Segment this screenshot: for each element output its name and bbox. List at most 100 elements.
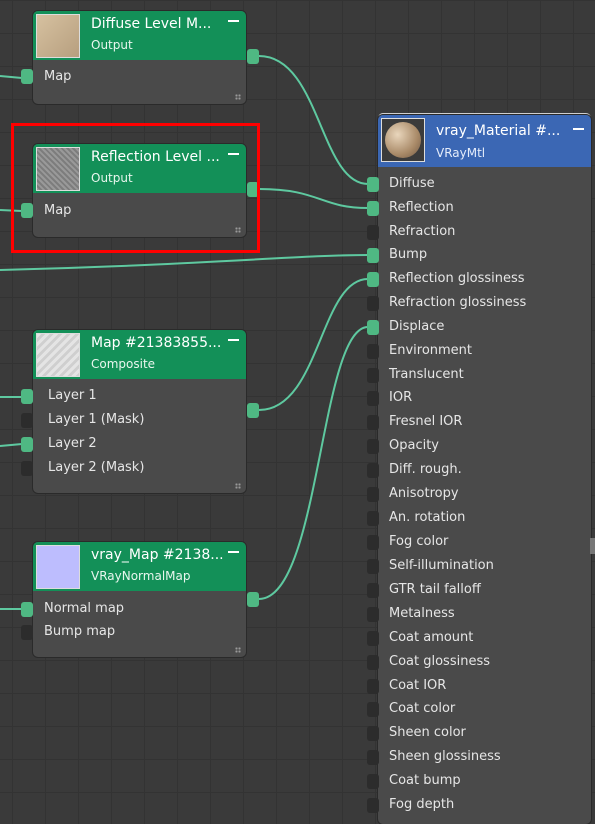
input-label-layer-1-mask: Layer 1 (Mask): [48, 412, 145, 427]
node-title: vray_Map #2138...: [91, 547, 224, 563]
input-port-coat-color[interactable]: [367, 702, 379, 717]
input-port-self-illumination[interactable]: [367, 559, 379, 574]
input-port-map[interactable]: [21, 69, 33, 84]
selection-highlight: [11, 123, 260, 253]
input-port-fresnel-ior[interactable]: [367, 415, 379, 430]
input-port-an-rotation[interactable]: [367, 511, 379, 526]
input-port-refraction[interactable]: [367, 225, 379, 240]
input-port-coat-bump[interactable]: [367, 774, 379, 789]
node-header[interactable]: Diffuse Level M... Output: [33, 11, 246, 60]
input-label-bump: Bump: [389, 247, 428, 262]
texture-thumbnail: [36, 333, 80, 377]
input-port-reflection[interactable]: [367, 201, 379, 216]
input-port-fog-depth[interactable]: [367, 798, 379, 813]
wire-composite-glossiness: [258, 278, 369, 411]
input-port-coat-amount[interactable]: [367, 631, 379, 646]
input-label-coat-glossiness: Coat glossiness: [389, 654, 490, 669]
output-port[interactable]: [247, 592, 259, 607]
composite-map-node[interactable]: Map #21383855... Composite Layer 1 Layer…: [21, 330, 259, 493]
input-port-environment[interactable]: [367, 344, 379, 359]
node-header[interactable]: Map #21383855... Composite: [33, 330, 246, 379]
input-label-coat-bump: Coat bump: [389, 773, 461, 788]
input-label-sheen-color: Sheen color: [389, 725, 466, 740]
input-label-fresnel-ior: Fresnel IOR: [389, 414, 463, 429]
input-port-bump[interactable]: [367, 248, 379, 263]
input-port-fog-color[interactable]: [367, 535, 379, 550]
input-label-refraction: Refraction: [389, 224, 456, 239]
input-port-coat-glossiness[interactable]: [367, 655, 379, 670]
wire-reflection: [258, 188, 369, 209]
material-preview-sphere: [381, 118, 425, 162]
wire-left-diffuse: [0, 75, 23, 79]
node-title: Map #21383855...: [91, 335, 222, 351]
input-label-sheen-glossiness: Sheen glossiness: [389, 749, 501, 764]
resize-grip-icon[interactable]: [235, 94, 241, 100]
resize-grip-icon[interactable]: [235, 647, 241, 653]
input-label-layer-2-mask: Layer 2 (Mask): [48, 460, 145, 475]
input-label-normal-map: Normal map: [44, 601, 125, 616]
resize-grip-icon[interactable]: [235, 483, 241, 489]
vray-material-node[interactable]: vray_Material #... VRayMtl Diffuse Refle…: [367, 115, 591, 824]
input-label-fog-color: Fog color: [389, 534, 449, 549]
output-port[interactable]: [247, 49, 259, 64]
input-label-translucent: Translucent: [389, 367, 464, 382]
input-port-layer-1[interactable]: [21, 389, 33, 404]
wire-normal-displace: [258, 326, 369, 600]
input-port-refraction-glossiness[interactable]: [367, 296, 379, 311]
input-port-opacity[interactable]: [367, 439, 379, 454]
wire-diffuse: [258, 55, 369, 185]
input-label-gtr-tail-falloff: GTR tail falloff: [389, 582, 481, 597]
input-label-self-illumination: Self-illumination: [389, 558, 494, 573]
collapse-icon[interactable]: [228, 551, 239, 553]
node-header[interactable]: vray_Material #... VRayMtl: [378, 115, 591, 167]
input-port-normal-map[interactable]: [21, 602, 33, 617]
input-port-displace[interactable]: [367, 320, 379, 335]
node-subtitle: Composite: [91, 357, 156, 371]
input-port-ior[interactable]: [367, 391, 379, 406]
input-port-sheen-color[interactable]: [367, 726, 379, 741]
input-port-anisotropy[interactable]: [367, 487, 379, 502]
input-label-displace: Displace: [389, 319, 445, 334]
input-port-coat-ior[interactable]: [367, 679, 379, 694]
input-label-map: Map: [44, 69, 72, 84]
input-label-fog-depth: Fog depth: [389, 797, 455, 812]
input-label-layer-2: Layer 2: [48, 436, 97, 451]
collapse-icon[interactable]: [573, 128, 584, 130]
input-label-coat-ior: Coat IOR: [389, 678, 447, 693]
collapse-icon[interactable]: [228, 20, 239, 22]
node-subtitle: VRayMtl: [436, 146, 486, 160]
input-port-metalness[interactable]: [367, 607, 379, 622]
input-port-layer-2[interactable]: [21, 437, 33, 452]
input-port-reflection-glossiness[interactable]: [367, 272, 379, 287]
input-port-layer-1-mask[interactable]: [21, 413, 33, 428]
input-label-diffuse: Diffuse: [389, 176, 435, 191]
node-header[interactable]: vray_Map #2138... VRayNormalMap: [33, 542, 246, 591]
input-port-diffuse[interactable]: [367, 177, 379, 192]
normal-map-node[interactable]: vray_Map #2138... VRayNormalMap Normal m…: [21, 542, 259, 657]
input-label-reflection: Reflection: [389, 200, 454, 215]
input-label-opacity: Opacity: [389, 438, 440, 453]
texture-thumbnail: [36, 14, 80, 58]
input-label-an-rotation: An. rotation: [389, 510, 466, 525]
wire-bump-in: [0, 254, 369, 271]
input-label-diff-rough: Diff. rough.: [389, 462, 462, 477]
input-port-layer-2-mask[interactable]: [21, 461, 33, 476]
scrollbar-handle[interactable]: [590, 538, 595, 554]
input-port-gtr-tail-falloff[interactable]: [367, 583, 379, 598]
input-label-reflection-glossiness: Reflection glossiness: [389, 271, 525, 286]
wire-left-layer2: [0, 443, 23, 447]
diffuse-level-node[interactable]: Diffuse Level M... Output Map: [21, 11, 259, 104]
input-label-environment: Environment: [389, 343, 473, 358]
input-label-metalness: Metalness: [389, 606, 455, 621]
input-label-coat-amount: Coat amount: [389, 630, 474, 645]
input-port-diff-rough[interactable]: [367, 463, 379, 478]
collapse-icon[interactable]: [228, 339, 239, 341]
input-label-ior: IOR: [389, 390, 413, 405]
input-port-translucent[interactable]: [367, 368, 379, 383]
node-title: Diffuse Level M...: [91, 16, 212, 32]
input-port-bump-map[interactable]: [21, 625, 33, 640]
input-port-sheen-glossiness[interactable]: [367, 750, 379, 765]
input-label-layer-1: Layer 1: [48, 388, 97, 403]
output-port[interactable]: [247, 403, 259, 418]
input-label-refraction-glossiness: Refraction glossiness: [389, 295, 527, 310]
